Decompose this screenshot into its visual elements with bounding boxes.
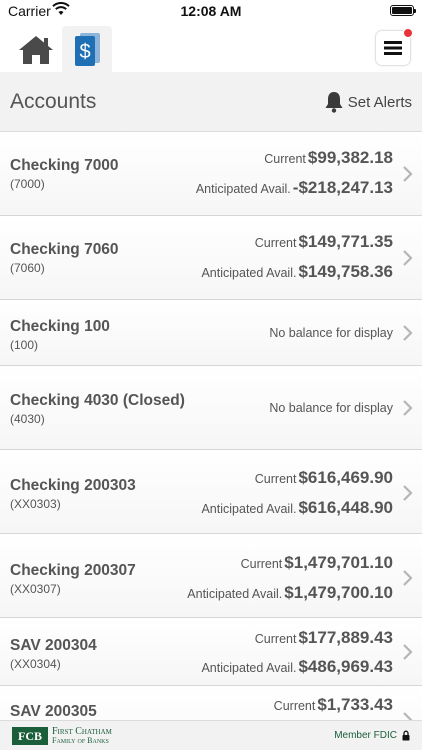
current-label: Current [264,152,306,166]
account-name: SAV 200304 [10,637,97,654]
chevron-right-icon [403,570,413,586]
member-fdic: Member FDIC [334,730,410,741]
account-name: Checking 4030 (Closed) [10,392,185,409]
account-number: (100) [10,338,39,352]
logo-line-2: Family of Banks [52,736,109,745]
anticipated-value: $1,479,700.10 [284,583,393,602]
anticipated-balance: Anticipated Avail. $486,969.43 [201,657,393,677]
footer-bar: FCB First Chatham Family of Banks Member… [0,720,422,750]
menu-button[interactable] [376,28,413,65]
chevron-right-icon [403,166,413,182]
accounts-header: Accounts Set Alerts [0,72,422,132]
current-balance: Current $1,479,701.10 [241,553,393,573]
current-label: Current [254,472,297,486]
chevron-right-icon [403,485,413,501]
no-balance-text: No balance for display [269,401,393,415]
account-row[interactable]: SAV 200305 Current $1,733.43 [0,686,422,720]
account-name: Checking 200307 [10,562,136,579]
current-label: Current [273,699,316,713]
logo-line-1: First Chatham [52,726,112,737]
fcb-logo-mark: FCB [12,727,48,745]
current-balance: Current $1,733.43 [274,695,393,715]
account-number: (XX0303) [10,497,61,511]
anticipated-balance: Anticipated Avail. $1,479,700.10 [187,583,393,603]
account-name: Checking 7000 [10,157,119,174]
account-row[interactable]: Checking 4030 (Closed) (4030) No balance… [0,366,422,450]
anticipated-value: $149,758.36 [298,262,393,281]
account-name: SAV 200305 [10,703,97,720]
account-row[interactable]: Checking 100 (100) No balance for displa… [0,300,422,366]
account-number: (XX0304) [10,657,61,671]
account-name: Checking 200303 [10,477,136,494]
hamburger-icon [384,41,402,55]
current-value: $149,771.35 [298,232,393,251]
current-value: $99,382.18 [307,148,393,167]
bank-logo: FCB First Chatham Family of Banks [12,727,112,745]
clock: 12:08 AM [180,3,242,19]
accounts-list: Checking 7000 (7000) Current $99,382.18 … [0,132,422,720]
set-alerts-button[interactable]: Set Alerts [324,90,412,114]
chevron-right-icon [403,400,413,416]
anticipated-label: Anticipated Avail. [201,266,297,280]
account-number: (4030) [10,412,45,426]
chevron-right-icon [403,250,413,266]
chevron-right-icon [403,325,413,341]
accounts-tab[interactable]: $ [62,26,112,72]
anticipated-value: $616,448.90 [298,498,393,517]
current-label: Current [240,557,283,571]
current-value: $1,479,701.10 [284,553,393,572]
set-alerts-label: Set Alerts [347,93,412,111]
account-name: Checking 7060 [10,241,119,258]
battery-icon [390,5,416,16]
account-row[interactable]: Checking 200307 (XX0307) Current $1,479,… [0,534,422,618]
account-row[interactable]: Checking 7060 (7060) Current $149,771.35… [0,216,422,300]
fdic-label: Member FDIC [334,730,397,741]
svg-text:$: $ [79,41,90,63]
account-number: (XX0307) [10,582,61,596]
top-nav: $ [0,22,422,72]
lock-icon [402,730,410,741]
account-number: (7060) [10,261,45,275]
anticipated-balance: Anticipated Avail. -$218,247.13 [196,178,393,198]
current-value: $1,733.43 [317,695,393,714]
anticipated-label: Anticipated Avail. [195,182,291,196]
current-label: Current [254,632,297,646]
no-balance-text: No balance for display [269,326,393,340]
home-tab[interactable] [14,30,58,70]
anticipated-value: $486,969.43 [298,657,393,676]
fcb-logo-text: First Chatham Family of Banks [52,726,112,746]
page-title: Accounts [10,90,97,113]
notification-dot [403,28,413,38]
account-row[interactable]: Checking 7000 (7000) Current $99,382.18 … [0,132,422,216]
home-icon [19,36,53,64]
anticipated-value: -$218,247.13 [292,178,393,197]
status-bar: Carrier 12:08 AM [0,0,422,22]
account-row[interactable]: Checking 200303 (XX0303) Current $616,46… [0,450,422,534]
anticipated-label: Anticipated Avail. [201,502,297,516]
account-number: (7000) [10,177,45,191]
current-balance: Current $177,889.43 [255,628,393,648]
current-value: $616,469.90 [298,468,393,487]
account-name: Checking 100 [10,318,110,335]
anticipated-label: Anticipated Avail. [187,587,283,601]
chevron-right-icon [403,712,413,720]
current-balance: Current $99,382.18 [264,148,393,168]
bell-icon [325,92,343,113]
current-balance: Current $616,469.90 [255,468,393,488]
accounts-dollar-icon: $ [75,33,100,66]
anticipated-balance: Anticipated Avail. $616,448.90 [201,498,393,518]
current-label: Current [254,236,297,250]
anticipated-balance: Anticipated Avail. $149,758.36 [201,262,393,282]
anticipated-label: Anticipated Avail. [201,661,297,675]
current-balance: Current $149,771.35 [255,232,393,252]
account-row[interactable]: SAV 200304 (XX0304) Current $177,889.43 … [0,618,422,686]
chevron-right-icon [403,644,413,660]
current-value: $177,889.43 [298,628,393,647]
